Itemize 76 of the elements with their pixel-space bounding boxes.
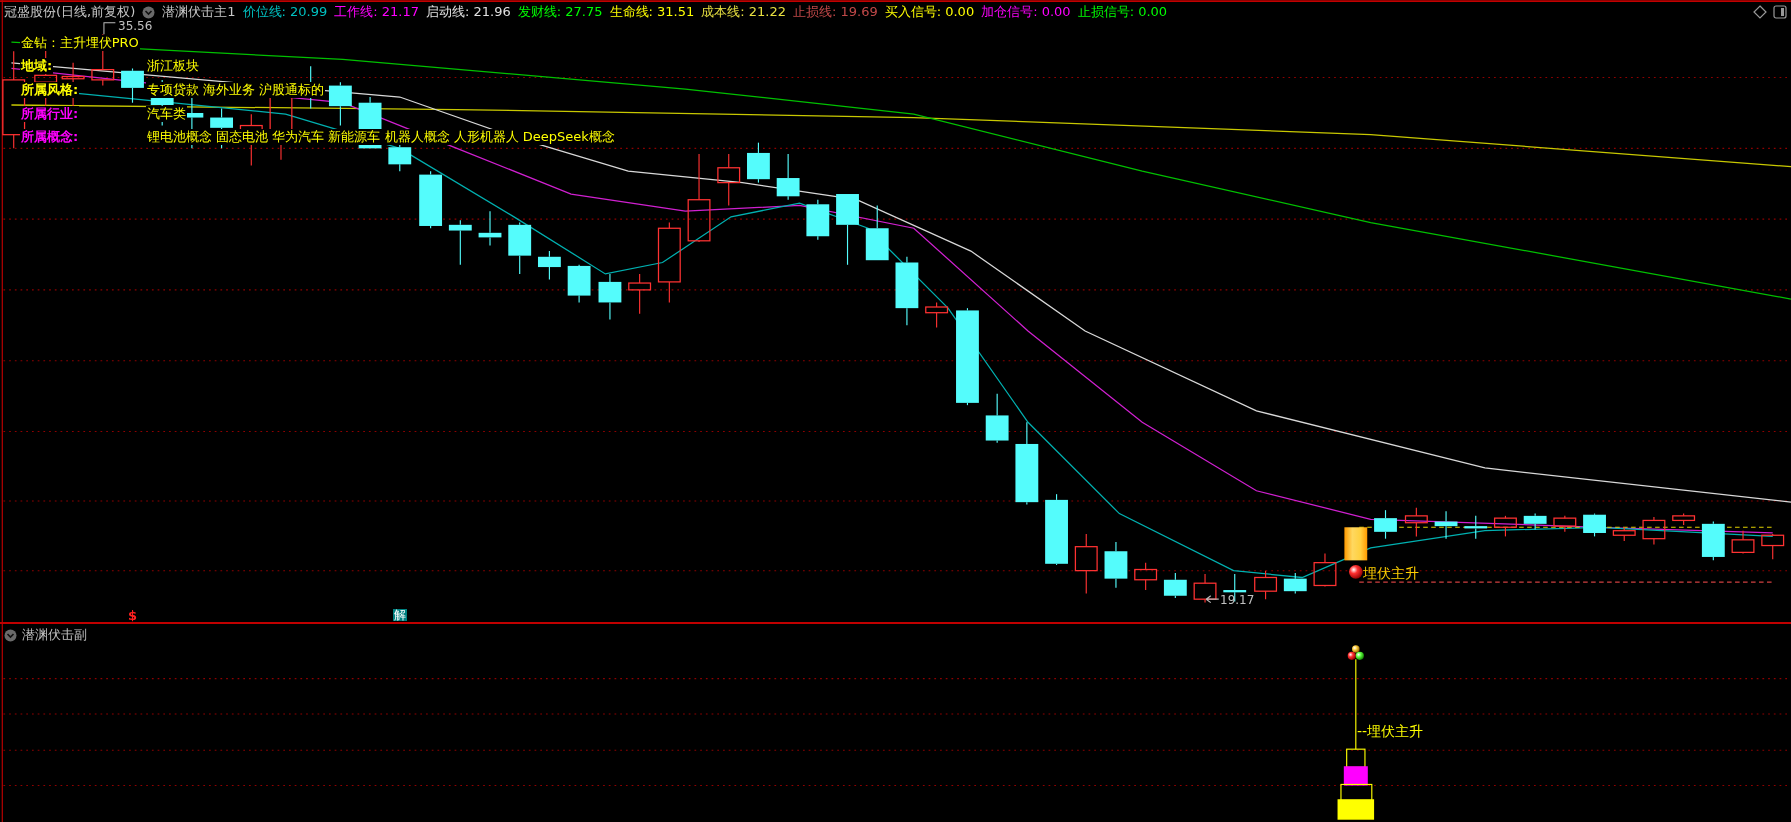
candlestick	[1701, 521, 1725, 561]
dropdown-icon[interactable]	[4, 628, 17, 642]
candlestick	[1163, 572, 1187, 599]
unlock-marker: 解	[393, 609, 407, 621]
candlestick	[419, 170, 443, 229]
info-value: 专项贷款 海外业务 沪股通标的	[146, 82, 326, 98]
candlestick	[985, 393, 1009, 444]
candlestick	[717, 153, 741, 206]
candlestick	[1283, 572, 1307, 595]
candlestick	[1134, 562, 1158, 591]
indicator-readout: 止损信号: 0.00	[1077, 3, 1168, 21]
indicator-readout: 买入信号: 0.00	[884, 3, 975, 21]
low-price-label: 19.17	[1220, 594, 1255, 606]
candlestick	[1464, 515, 1488, 540]
candlestick	[598, 273, 622, 321]
candlestick	[925, 301, 949, 329]
candlestick	[508, 222, 532, 275]
candlestick	[1761, 533, 1785, 560]
candlestick	[806, 199, 830, 241]
signal-label: --埋伏主升	[1357, 723, 1424, 741]
dropdown-icon[interactable]	[142, 5, 156, 19]
candlestick	[1642, 516, 1666, 545]
candlestick	[1434, 510, 1458, 540]
candlestick	[1374, 509, 1397, 540]
dollar-marker: $	[128, 609, 138, 622]
signal-candlestick	[1344, 527, 1368, 561]
candlestick	[1583, 513, 1606, 537]
indicator-name[interactable]: 潜渊伏击副	[22, 626, 87, 644]
indicator-readout: 生命线: 31.51	[609, 3, 695, 21]
candlestick	[1672, 513, 1696, 526]
indicator-readout: 加仓信号: 0.00	[981, 3, 1071, 21]
indicator-readout: 止损线: 19.69	[792, 3, 878, 21]
candlestick	[1404, 507, 1428, 537]
candlestick	[328, 81, 352, 127]
candlestick	[567, 264, 591, 303]
candlestick	[1493, 515, 1517, 537]
indicator-readout: 价位线: 20.99	[242, 3, 328, 21]
candlestick	[1553, 515, 1577, 533]
info-value: 浙江板块	[146, 58, 200, 75]
indicator-readout: 成本线: 21.22	[701, 3, 786, 21]
signal-label: 埋伏主升	[1363, 566, 1419, 580]
stock-title: 冠盛股份(日线,前复权)	[4, 3, 136, 21]
panel-icon[interactable]	[1773, 5, 1787, 19]
indicator-readout: 启动线: 21.96	[426, 3, 511, 21]
candlestick	[1254, 570, 1278, 600]
info-value: 汽车类	[146, 105, 187, 122]
candlestick	[1731, 530, 1755, 555]
candlestick	[747, 142, 770, 184]
info-label: 所属概念:	[20, 129, 80, 146]
indicator-readout: 发财线: 27.75	[517, 3, 603, 21]
candlestick	[1523, 513, 1547, 531]
indicator-name[interactable]: 潜渊伏击主1	[162, 3, 236, 21]
info-value: 锂电池概念 固态电池 华为汽车 新能源车 机器人概念 人形机器人 DeepSeek概念	[146, 129, 616, 146]
arrow-icon	[1205, 595, 1220, 604]
candlestick	[1612, 526, 1636, 542]
ball-icon	[1348, 564, 1363, 579]
diamond-icon[interactable]	[1753, 5, 1767, 19]
candlestick	[628, 273, 652, 315]
candlestick	[895, 256, 919, 326]
high-price-label: 35.56	[118, 20, 153, 32]
candlestick	[1074, 533, 1098, 595]
balls-icon	[1347, 645, 1364, 660]
candlestick	[448, 219, 472, 266]
candlestick	[121, 67, 144, 104]
candlestick	[1313, 552, 1337, 588]
candlestick	[865, 204, 889, 261]
indicator-readout: 工作线: 21.17	[334, 3, 420, 21]
candlestick	[1193, 573, 1217, 604]
info-label: 所属风格:	[20, 82, 80, 98]
info-label: 地域:	[20, 58, 54, 75]
leader-line	[103, 22, 116, 35]
candlestick	[776, 153, 800, 201]
strategy-title: 金钻 : 主升埋伏PRO	[20, 34, 140, 51]
candlestick	[538, 250, 561, 281]
candlestick	[1104, 541, 1128, 589]
candlestick	[478, 210, 502, 246]
